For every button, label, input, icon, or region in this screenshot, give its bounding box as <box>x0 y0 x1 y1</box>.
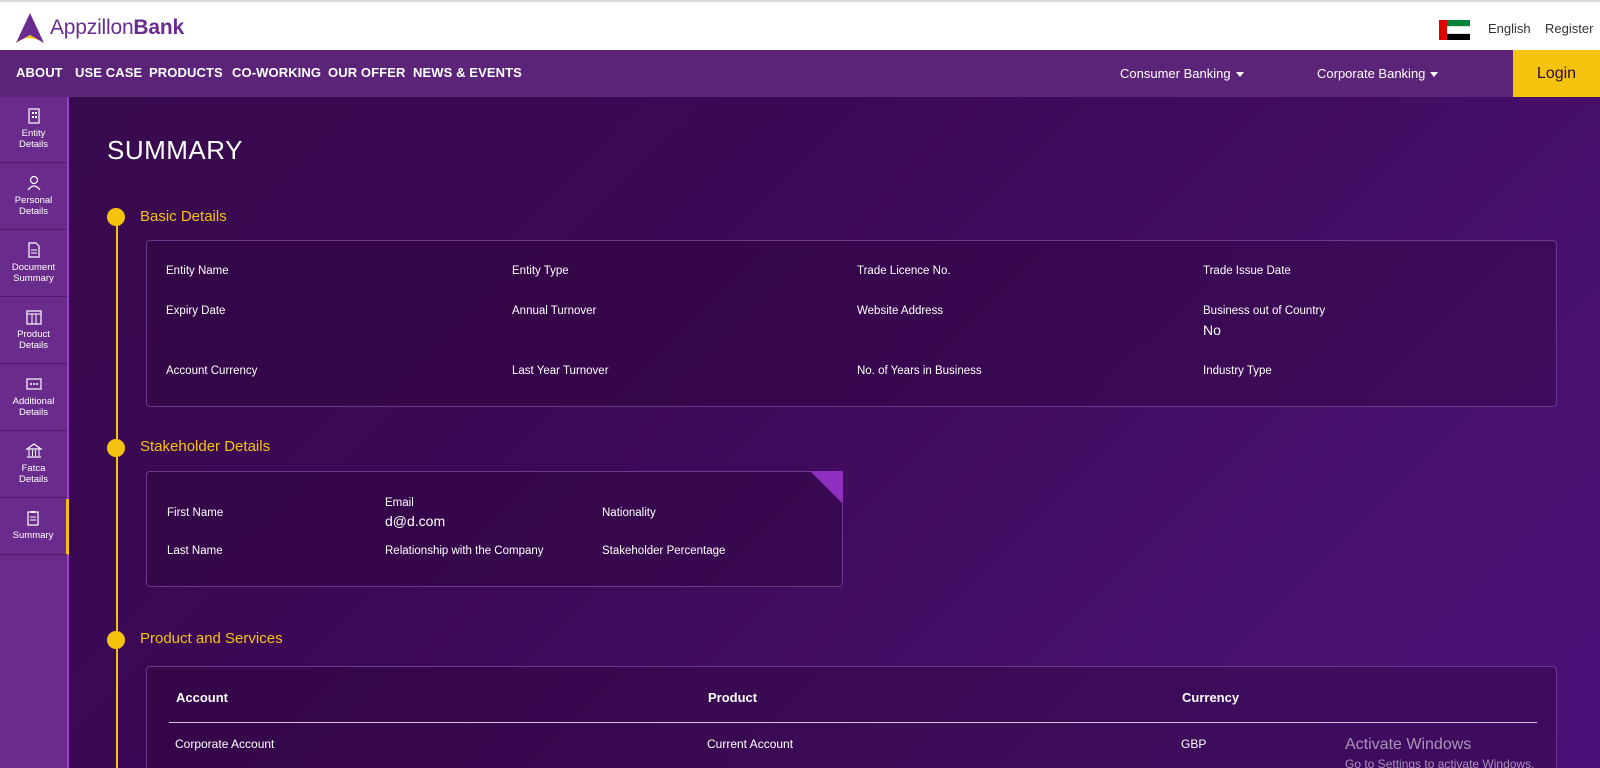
timeline-dot <box>107 631 125 649</box>
sidebar-label: Entity Details <box>18 128 49 150</box>
section-title-product-services: Product and Services <box>140 630 283 647</box>
last-year-turnover-label: Last Year Turnover <box>512 365 609 377</box>
industry-type-label: Industry Type <box>1203 365 1272 377</box>
expiry-date-label: Expiry Date <box>166 305 226 317</box>
sidebar-item-fatca-details[interactable]: Fatca Details <box>0 432 67 498</box>
sidebar-label: Document Summary <box>11 262 56 284</box>
app-logo[interactable]: AppzillonBank <box>13 10 184 46</box>
sidebar-label: Product Details <box>17 329 50 351</box>
stakeholder-percentage-label: Stakeholder Percentage <box>602 545 726 557</box>
sidebar: Entity Details Personal Details Document Su… <box>0 97 69 768</box>
sidebar-item-additional-details[interactable]: Additional Details <box>0 365 67 431</box>
timeline-line <box>116 215 118 768</box>
corporate-banking-dropdown[interactable]: Corporate Banking <box>1317 66 1439 81</box>
card-corner-flag <box>810 471 843 504</box>
first-name-label: First Name <box>167 507 224 519</box>
document-icon <box>27 242 40 258</box>
bank-icon <box>24 443 43 458</box>
chevron-down-icon <box>1235 72 1244 78</box>
register-link[interactable]: Register <box>1545 21 1593 36</box>
login-button[interactable]: Login <box>1513 50 1600 97</box>
additional-icon <box>25 378 42 390</box>
stakeholder-card[interactable]: First Name Email d@d.com Nationality Las… <box>146 471 843 587</box>
nav-use-case[interactable]: USE CASE <box>75 65 142 80</box>
section-title-stakeholder-details: Stakeholder Details <box>140 438 271 455</box>
nationality-label: Nationality <box>602 507 656 519</box>
table-cell-account: Corporate Account <box>175 737 275 751</box>
person-icon <box>27 175 40 191</box>
nav-products[interactable]: PRODUCTS <box>149 65 223 80</box>
business-out-of-country-label: Business out of Country <box>1203 305 1326 317</box>
annual-turnover-label: Annual Turnover <box>512 305 597 317</box>
basic-details-card: Entity Name Entity Type Trade Licence No… <box>146 240 1557 407</box>
product-icon <box>25 310 42 325</box>
sidebar-label: Personal Details <box>14 195 53 217</box>
logo-text: AppzillonBank <box>50 16 184 39</box>
logo-icon <box>16 13 44 43</box>
column-header-currency: Currency <box>1182 690 1240 705</box>
timeline-dot <box>107 439 125 457</box>
main-nav: ABOUT USE CASE PRODUCTS CO-WORKING OUR O… <box>0 50 1600 97</box>
years-in-business-label: No. of Years in Business <box>857 365 982 377</box>
table-cell-product: Current Account <box>707 737 794 751</box>
email-label: Email <box>385 497 414 509</box>
windows-watermark-title: Activate Windows <box>1345 736 1472 753</box>
table-header-divider <box>169 722 1537 723</box>
sidebar-label: Summary <box>12 530 54 541</box>
nav-news-events[interactable]: NEWS & EVENTS <box>413 65 522 80</box>
main-content: SUMMARY Basic Details Entity Name Entity… <box>69 97 1600 768</box>
entity-name-label: Entity Name <box>166 265 229 277</box>
sidebar-item-entity-details[interactable]: Entity Details <box>0 97 67 163</box>
sidebar-item-product-details[interactable]: Product Details <box>0 298 67 364</box>
account-currency-label: Account Currency <box>166 365 258 377</box>
trade-issue-date-label: Trade Issue Date <box>1203 265 1291 277</box>
column-header-product: Product <box>708 690 758 705</box>
sidebar-item-document-summary[interactable]: Document Summary <box>0 231 67 297</box>
sidebar-item-personal-details[interactable]: Personal Details <box>0 164 67 230</box>
uae-flag-icon[interactable] <box>1439 20 1470 40</box>
consumer-banking-dropdown[interactable]: Consumer Banking <box>1120 66 1244 81</box>
page-title: SUMMARY <box>107 135 243 165</box>
sidebar-label: Additional Details <box>12 396 55 418</box>
building-icon <box>27 108 40 124</box>
clipboard-icon <box>27 511 39 526</box>
email-value: d@d.com <box>385 513 446 529</box>
website-address-label: Website Address <box>857 305 944 317</box>
sidebar-label: Fatca Details <box>18 463 49 485</box>
table-cell-currency: GBP <box>1181 737 1207 751</box>
windows-watermark-subtitle: Go to Settings to activate Windows. <box>1345 757 1535 768</box>
nav-our-offer[interactable]: OUR OFFER <box>328 65 405 80</box>
nav-about[interactable]: ABOUT <box>16 65 63 80</box>
last-name-label: Last Name <box>167 545 223 557</box>
relationship-label: Relationship with the Company <box>385 545 544 557</box>
timeline-dot <box>107 208 125 226</box>
nav-co-working[interactable]: CO-WORKING <box>232 65 321 80</box>
column-header-account: Account <box>176 690 228 705</box>
sidebar-item-summary[interactable]: Summary <box>0 499 69 555</box>
entity-type-label: Entity Type <box>512 265 569 277</box>
top-header: AppzillonBank English Register <box>0 0 1600 50</box>
section-title-basic-details: Basic Details <box>140 208 227 225</box>
chevron-down-icon <box>1430 72 1439 78</box>
language-link[interactable]: English <box>1488 21 1531 36</box>
trade-licence-label: Trade Licence No. <box>857 265 951 277</box>
business-out-of-country-value: No <box>1203 322 1221 338</box>
